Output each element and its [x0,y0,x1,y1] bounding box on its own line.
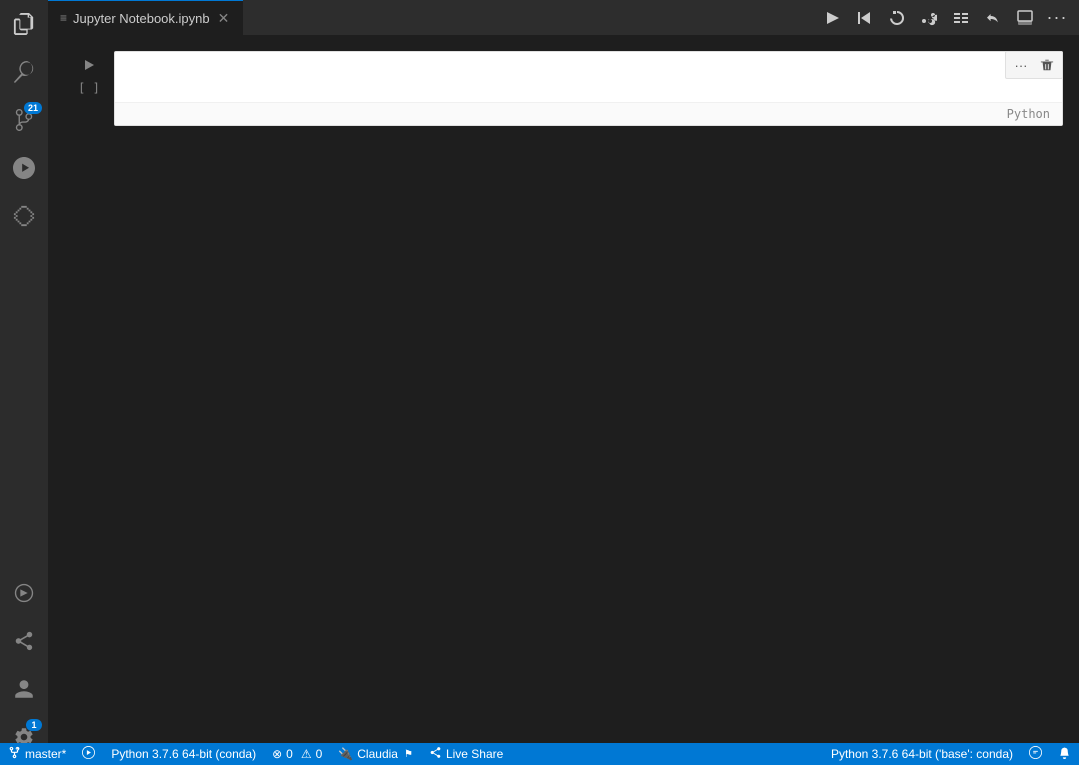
feedback-button[interactable] [1021,746,1050,762]
sidebar-item-extensions[interactable] [0,192,48,240]
notebook-area: [ ] ··· Python [48,35,1079,743]
main-content: [ ] ··· Python [48,35,1079,743]
cell-content[interactable]: ··· Python [114,51,1063,126]
settings-badge: 1 [26,719,42,731]
feedback-icon [1029,746,1042,762]
source-control-badge: 21 [24,102,42,114]
undo-button[interactable] [979,4,1007,32]
more-actions-button[interactable]: ··· [1043,4,1071,32]
python-env-label: Python 3.7.6 64-bit (conda) [111,747,256,761]
cell-body[interactable] [115,52,1062,102]
activity-bar: 21 1 [0,0,48,765]
sidebar-item-source-control[interactable]: 21 [0,96,48,144]
toggle-panel-button[interactable] [1011,4,1039,32]
restart-button[interactable] [883,4,911,32]
user-item[interactable]: 🔌 Claudia ⚑ [330,743,421,765]
notebook-tab-icon: ≡ [60,11,67,25]
plug-icon: 🔌 [338,747,353,761]
user-label: Claudia [357,747,398,761]
sidebar-item-run-debug[interactable] [0,144,48,192]
git-branch-item[interactable]: master* [0,743,74,765]
warning-count: 0 [316,747,323,761]
sidebar-item-liveshare[interactable] [0,617,48,665]
git-branch-label: master* [25,747,66,761]
source-control-button[interactable] [915,4,943,32]
sidebar-item-explorer[interactable] [0,0,48,48]
cell-footer: Python [115,102,1062,125]
toolbar-actions: ··· [819,4,1079,32]
cell-delete-button[interactable] [1036,54,1058,76]
cell-container: [ ] ··· Python [64,51,1063,126]
active-tab[interactable]: ≡ Jupyter Notebook.ipynb ✕ [48,0,243,35]
tab-close-button[interactable]: ✕ [216,8,232,29]
more-icon: ··· [1047,7,1068,28]
user-icon: ⚑ [404,749,413,760]
cell-gutter: [ ] [64,51,114,95]
live-share-label: Live Share [446,747,503,761]
cell-toolbar: ··· [1005,51,1063,79]
errors-item[interactable]: ⊗ 0 ⚠ 0 [264,743,330,765]
status-bar: master* Python 3.7.6 64-bit (conda) ⊗ 0 … [0,743,1079,765]
kernel-info-item[interactable]: Python 3.7.6 64-bit ('base': conda) [823,747,1021,761]
liveshare-icon [429,746,442,762]
title-bar: ≡ Jupyter Notebook.ipynb ✕ ··· [48,0,1079,35]
cell-execution-count: [ ] [78,81,100,95]
error-icon: ⊗ [272,747,282,761]
remote-icon [82,746,95,762]
status-bar-right: Python 3.7.6 64-bit ('base': conda) [823,746,1079,762]
notifications-button[interactable] [1050,746,1079,762]
cell-more-button[interactable]: ··· [1010,54,1032,76]
cell-language: Python [1007,107,1050,121]
bell-icon [1058,746,1071,762]
remote-status-item[interactable] [74,743,103,765]
sidebar-item-search[interactable] [0,48,48,96]
run-all-cells-button[interactable] [851,4,879,32]
sidebar-item-remote-explorer[interactable] [0,569,48,617]
account-icon[interactable] [0,665,48,713]
kernel-info-label: Python 3.7.6 64-bit ('base': conda) [831,747,1013,761]
variables-button[interactable] [947,4,975,32]
tab-title: Jupyter Notebook.ipynb [73,11,210,26]
error-count: 0 [286,747,293,761]
git-icon [8,746,21,762]
run-all-button[interactable] [819,4,847,32]
live-share-item[interactable]: Live Share [421,743,511,765]
warning-icon: ⚠ [301,747,312,761]
run-cell-button[interactable] [79,55,99,75]
python-env-item[interactable]: Python 3.7.6 64-bit (conda) [103,743,264,765]
